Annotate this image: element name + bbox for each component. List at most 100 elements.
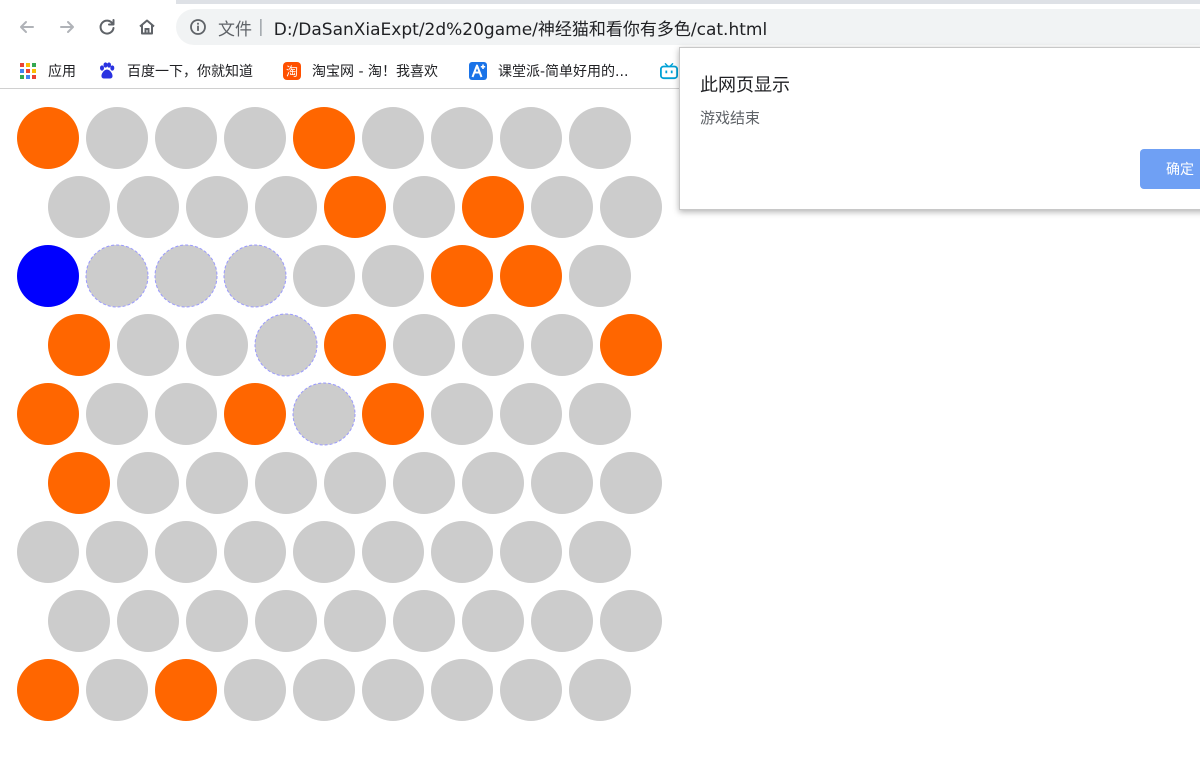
board-cell-empty[interactable] bbox=[155, 383, 217, 445]
board-cell-empty[interactable] bbox=[500, 659, 562, 721]
board-cell-empty[interactable] bbox=[117, 590, 179, 652]
home-button[interactable] bbox=[133, 13, 161, 41]
board-cell-empty[interactable] bbox=[293, 659, 355, 721]
board-cell-empty[interactable] bbox=[462, 590, 524, 652]
board-cell-empty[interactable] bbox=[17, 521, 79, 583]
dialog-title: 此网页显示 bbox=[700, 75, 790, 96]
url-text[interactable]: D:/DaSanXiaExpt/2d%20game/神经猫和看你有多色/cat.… bbox=[274, 15, 767, 40]
board-cell-empty[interactable] bbox=[86, 383, 148, 445]
back-button[interactable] bbox=[13, 13, 41, 41]
board-cell-empty[interactable] bbox=[500, 383, 562, 445]
board-cell-empty[interactable] bbox=[255, 590, 317, 652]
board-cell-empty[interactable] bbox=[362, 107, 424, 169]
board-cell-empty[interactable] bbox=[324, 590, 386, 652]
board-cell-empty[interactable] bbox=[224, 659, 286, 721]
board-cell-empty[interactable] bbox=[362, 521, 424, 583]
board-cell-empty[interactable] bbox=[569, 245, 631, 307]
board-cell-empty[interactable] bbox=[393, 590, 455, 652]
board-cell-outlined[interactable] bbox=[85, 244, 149, 308]
board-cell-wall[interactable] bbox=[324, 314, 386, 376]
forward-button[interactable] bbox=[53, 13, 81, 41]
board-cell-outlined[interactable] bbox=[223, 244, 287, 308]
board-cell-empty[interactable] bbox=[462, 314, 524, 376]
board-cell-empty[interactable] bbox=[224, 107, 286, 169]
tab-strip-edge bbox=[176, 0, 1200, 4]
board-cell-wall[interactable] bbox=[17, 383, 79, 445]
ok-button[interactable]: 确定 bbox=[1140, 149, 1200, 189]
board-cell-empty[interactable] bbox=[500, 107, 562, 169]
board-cell-empty[interactable] bbox=[393, 452, 455, 514]
board-cell-wall[interactable] bbox=[17, 659, 79, 721]
board-cell-outlined[interactable] bbox=[254, 313, 318, 377]
board-cell-empty[interactable] bbox=[117, 176, 179, 238]
address-bar[interactable]: 文件 | D:/DaSanXiaExpt/2d%20game/神经猫和看你有多色… bbox=[176, 9, 1200, 45]
board-cell-empty[interactable] bbox=[117, 314, 179, 376]
board-cell-empty[interactable] bbox=[255, 176, 317, 238]
url-scheme-label: 文件 bbox=[218, 19, 252, 40]
board-cell-empty[interactable] bbox=[531, 452, 593, 514]
bookmark-taobao[interactable]: 淘 淘宝网 - 淘！我喜欢 bbox=[283, 58, 438, 84]
board-cell-empty[interactable] bbox=[500, 521, 562, 583]
board-cell-empty[interactable] bbox=[600, 452, 662, 514]
board-cell-empty[interactable] bbox=[224, 521, 286, 583]
board-cell-empty[interactable] bbox=[569, 659, 631, 721]
svg-text:淘: 淘 bbox=[286, 65, 298, 79]
board-cell-empty[interactable] bbox=[293, 521, 355, 583]
url-separator: | bbox=[258, 17, 264, 37]
board-cell-empty[interactable] bbox=[155, 521, 217, 583]
board-cell-empty[interactable] bbox=[531, 590, 593, 652]
board-cell-outlined[interactable] bbox=[292, 382, 356, 446]
board-cell-empty[interactable] bbox=[600, 176, 662, 238]
board-cell-empty[interactable] bbox=[431, 521, 493, 583]
board-cell-empty[interactable] bbox=[569, 521, 631, 583]
board-cell-empty[interactable] bbox=[86, 659, 148, 721]
board-cell-wall[interactable] bbox=[324, 176, 386, 238]
board-cell-wall[interactable] bbox=[293, 107, 355, 169]
board-cell-empty[interactable] bbox=[48, 590, 110, 652]
board-cell-empty[interactable] bbox=[431, 383, 493, 445]
board-cell-empty[interactable] bbox=[155, 107, 217, 169]
board-cell-wall[interactable] bbox=[362, 383, 424, 445]
board-cell-empty[interactable] bbox=[86, 107, 148, 169]
board-cell-empty[interactable] bbox=[462, 452, 524, 514]
board-cell-empty[interactable] bbox=[48, 176, 110, 238]
board-cell-wall[interactable] bbox=[224, 383, 286, 445]
board-cell-empty[interactable] bbox=[186, 452, 248, 514]
board-cell-wall[interactable] bbox=[431, 245, 493, 307]
board-cell-wall[interactable] bbox=[500, 245, 562, 307]
board-cell-empty[interactable] bbox=[186, 176, 248, 238]
board-cell-empty[interactable] bbox=[531, 176, 593, 238]
board-cell-outlined[interactable] bbox=[154, 244, 218, 308]
bookmark-baidu[interactable]: 百度一下，你就知道 bbox=[98, 58, 253, 84]
board-cell-empty[interactable] bbox=[569, 383, 631, 445]
board-cell-wall[interactable] bbox=[17, 107, 79, 169]
board-cell-empty[interactable] bbox=[393, 176, 455, 238]
board-cell-wall[interactable] bbox=[48, 452, 110, 514]
board-cell-empty[interactable] bbox=[86, 521, 148, 583]
board-cell-wall[interactable] bbox=[155, 659, 217, 721]
board-cell-empty[interactable] bbox=[569, 107, 631, 169]
game-board bbox=[0, 89, 680, 764]
board-cell-empty[interactable] bbox=[362, 245, 424, 307]
board-cell-empty[interactable] bbox=[186, 590, 248, 652]
board-cell-empty[interactable] bbox=[531, 314, 593, 376]
bookmark-apps[interactable]: 应用 bbox=[19, 58, 76, 84]
board-cell-empty[interactable] bbox=[324, 452, 386, 514]
info-icon[interactable] bbox=[188, 17, 208, 37]
board-cell-empty[interactable] bbox=[255, 452, 317, 514]
board-cell-empty[interactable] bbox=[186, 314, 248, 376]
reload-button[interactable] bbox=[93, 13, 121, 41]
bookmark-label: 课堂派-简单好用的... bbox=[498, 64, 629, 80]
board-cell-empty[interactable] bbox=[117, 452, 179, 514]
board-cell-cat[interactable] bbox=[17, 245, 79, 307]
board-cell-empty[interactable] bbox=[362, 659, 424, 721]
board-cell-wall[interactable] bbox=[48, 314, 110, 376]
board-cell-empty[interactable] bbox=[600, 590, 662, 652]
bookmark-ketangpai[interactable]: 课堂派-简单好用的... bbox=[469, 58, 628, 84]
board-cell-empty[interactable] bbox=[393, 314, 455, 376]
board-cell-empty[interactable] bbox=[431, 107, 493, 169]
board-cell-wall[interactable] bbox=[600, 314, 662, 376]
board-cell-empty[interactable] bbox=[293, 245, 355, 307]
board-cell-empty[interactable] bbox=[431, 659, 493, 721]
board-cell-wall[interactable] bbox=[462, 176, 524, 238]
